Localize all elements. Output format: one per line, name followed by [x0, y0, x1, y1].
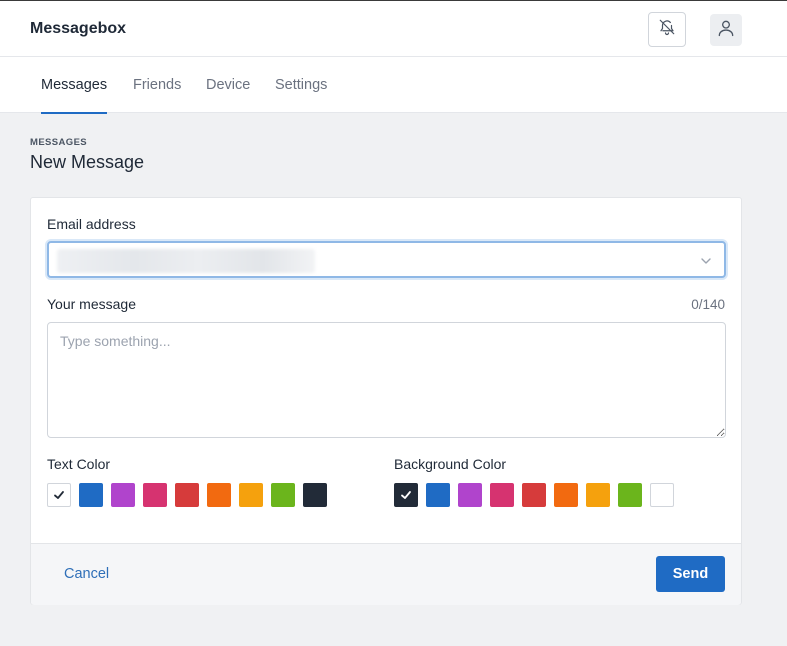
email-label: Email address [47, 216, 136, 232]
background-color-swatch[interactable] [426, 483, 450, 507]
user-icon [716, 18, 736, 43]
new-message-card: Email address ••••••• ••••••••••••.••• Y… [30, 197, 742, 605]
message-label: Your message [47, 296, 136, 312]
text-color-swatch[interactable] [239, 483, 263, 507]
chevron-down-icon [700, 254, 712, 272]
app-title: Messagebox [30, 20, 127, 37]
tab-settings[interactable]: Settings [275, 57, 327, 113]
background-color-swatch[interactable] [618, 483, 642, 507]
breadcrumb: MESSAGES [30, 137, 88, 148]
user-menu-button[interactable] [710, 14, 742, 46]
text-color-swatch[interactable] [47, 483, 71, 507]
tab-bar: Messages Friends Device Settings [0, 57, 787, 114]
send-button[interactable]: Send [656, 556, 725, 592]
page-title: New Message [30, 152, 145, 172]
checkmark-icon [401, 491, 411, 499]
checkmark-icon [54, 491, 64, 499]
cancel-button[interactable]: Cancel [64, 566, 109, 582]
background-color-swatch[interactable] [394, 483, 418, 507]
background-color-swatch[interactable] [458, 483, 482, 507]
background-color-swatch[interactable] [650, 483, 674, 507]
text-color-swatch[interactable] [175, 483, 199, 507]
text-color-swatch[interactable] [207, 483, 231, 507]
background-color-swatch[interactable] [522, 483, 546, 507]
background-color-swatch[interactable] [490, 483, 514, 507]
email-select[interactable]: ••••••• ••••••••••••.••• [47, 241, 726, 278]
bell-off-icon [658, 18, 676, 41]
background-color-swatch[interactable] [554, 483, 578, 507]
card-footer: Cancel Send [31, 543, 741, 605]
notifications-button[interactable] [648, 12, 686, 47]
tab-friends[interactable]: Friends [133, 57, 181, 113]
top-bar: Messagebox [0, 0, 787, 57]
text-color-swatch[interactable] [303, 483, 327, 507]
character-counter: 0/140 [691, 297, 725, 312]
text-color-label: Text Color [47, 456, 111, 472]
background-color-label: Background Color [394, 456, 507, 472]
message-textarea[interactable] [47, 322, 726, 438]
text-color-swatch[interactable] [79, 483, 103, 507]
tab-device[interactable]: Device [206, 57, 250, 113]
background-color-swatch[interactable] [586, 483, 610, 507]
text-color-swatch[interactable] [271, 483, 295, 507]
text-color-swatch[interactable] [143, 483, 167, 507]
text-color-swatch[interactable] [111, 483, 135, 507]
email-value: ••••••• ••••••••••••.••• [57, 249, 315, 273]
tab-messages[interactable]: Messages [41, 57, 108, 114]
